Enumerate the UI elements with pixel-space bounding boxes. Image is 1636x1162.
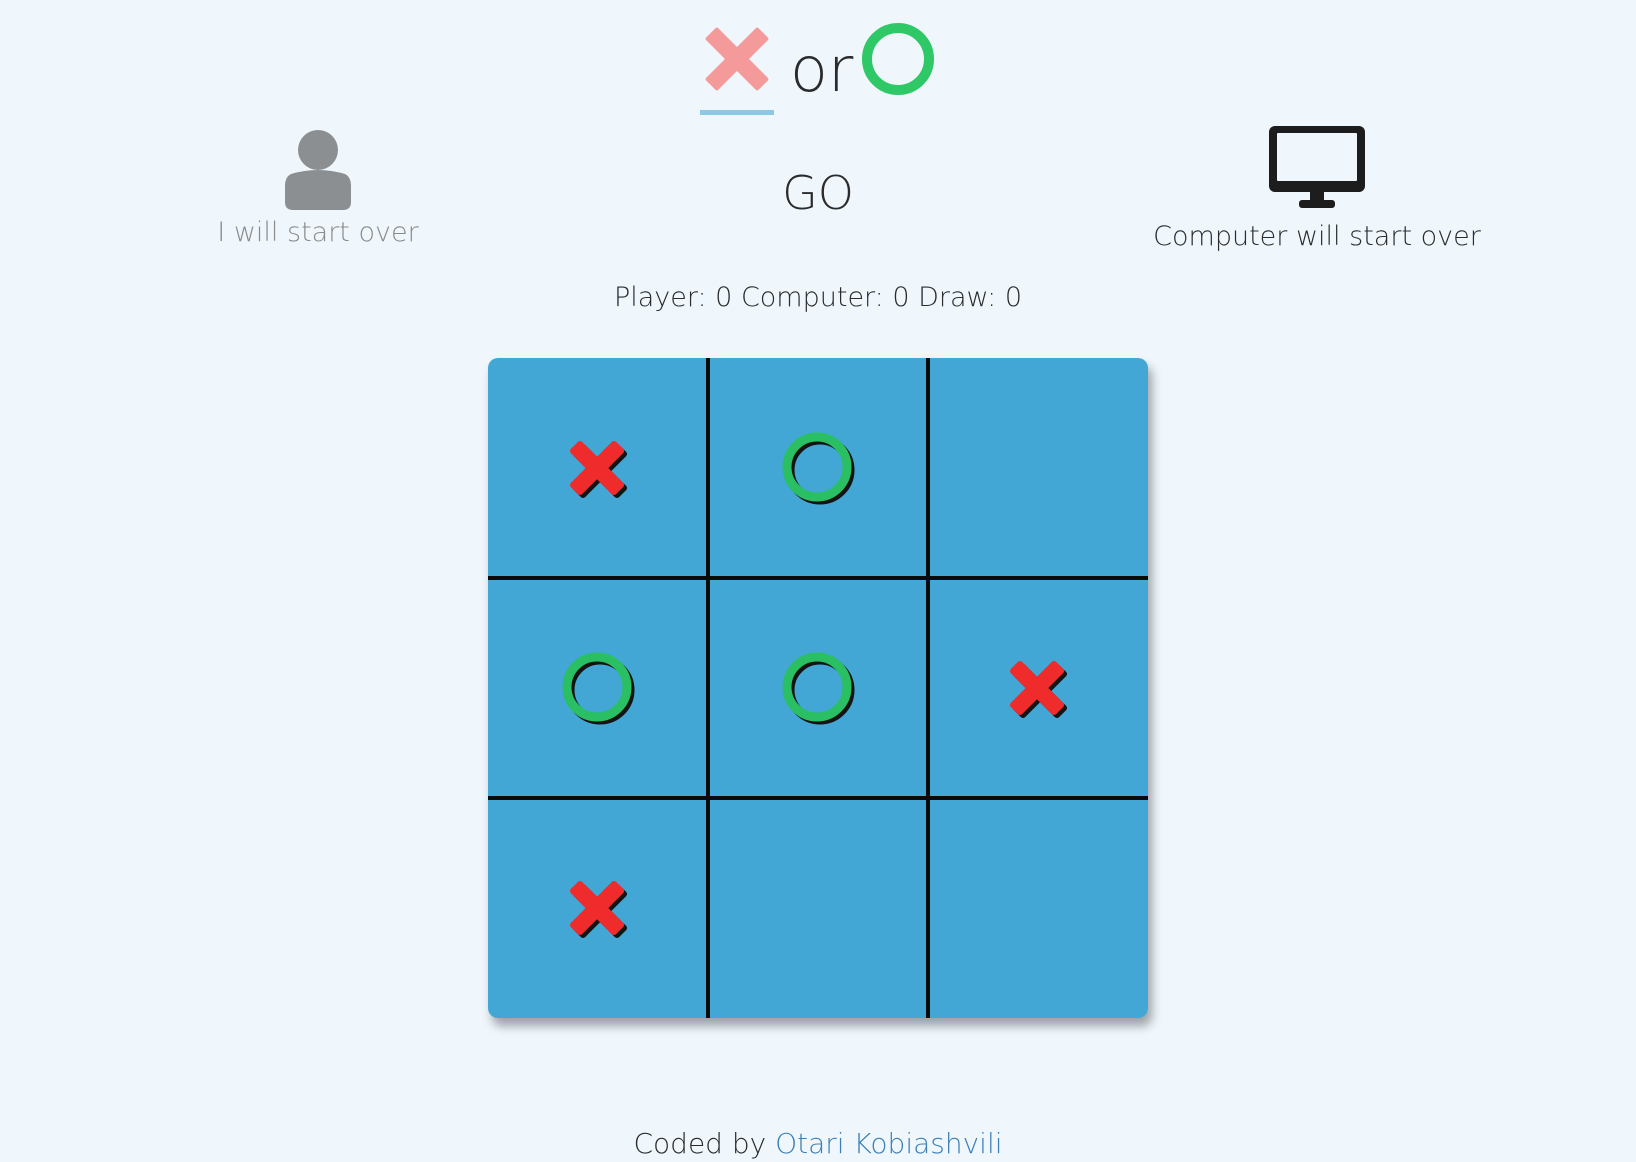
circle-mark-icon: [782, 652, 855, 725]
footer-prefix: Coded by: [633, 1127, 767, 1160]
board-cell-7[interactable]: [488, 798, 708, 1018]
computer-start-label: Computer will start over: [1153, 221, 1481, 252]
board-cell-9[interactable]: [928, 798, 1148, 1018]
author-link[interactable]: Otari Kobiashvili: [775, 1127, 1002, 1160]
circle-mark-icon: [782, 432, 855, 505]
board-cell-5[interactable]: [708, 578, 928, 798]
player-start-label: I will start over: [217, 217, 419, 248]
choose-o-button[interactable]: [860, 20, 936, 98]
grid-line: [926, 358, 930, 1018]
desktop-icon: [1269, 126, 1365, 208]
cross-icon: [705, 27, 769, 91]
cross-mark-icon: [1009, 660, 1068, 719]
computer-start-option[interactable]: Computer will start over: [1150, 124, 1484, 254]
grid-line: [488, 796, 1148, 800]
circle-icon: [862, 23, 934, 95]
board-cell-8[interactable]: [708, 798, 928, 1018]
cross-mark-icon: [569, 880, 628, 939]
footer: Coded by Otari Kobiashvili: [0, 1126, 1636, 1162]
board-cell-3[interactable]: [928, 358, 1148, 578]
grid-line: [488, 576, 1148, 580]
board-cell-2[interactable]: [708, 358, 928, 578]
player-start-option[interactable]: I will start over: [210, 130, 426, 250]
score-line: Player: 0 Computer: 0 Draw: 0: [613, 282, 1023, 313]
board-cell-4[interactable]: [488, 578, 708, 798]
cross-mark-icon: [569, 440, 628, 499]
board-cell-6[interactable]: [928, 578, 1148, 798]
game-board: [488, 358, 1148, 1018]
choose-x-button[interactable]: [700, 22, 774, 118]
go-button[interactable]: GO: [758, 160, 878, 226]
selected-underline: [700, 110, 774, 115]
board-cell-1[interactable]: [488, 358, 708, 578]
or-label: or: [790, 33, 854, 106]
grid-line: [706, 358, 710, 1018]
circle-mark-icon: [562, 652, 635, 725]
user-icon: [285, 130, 351, 210]
